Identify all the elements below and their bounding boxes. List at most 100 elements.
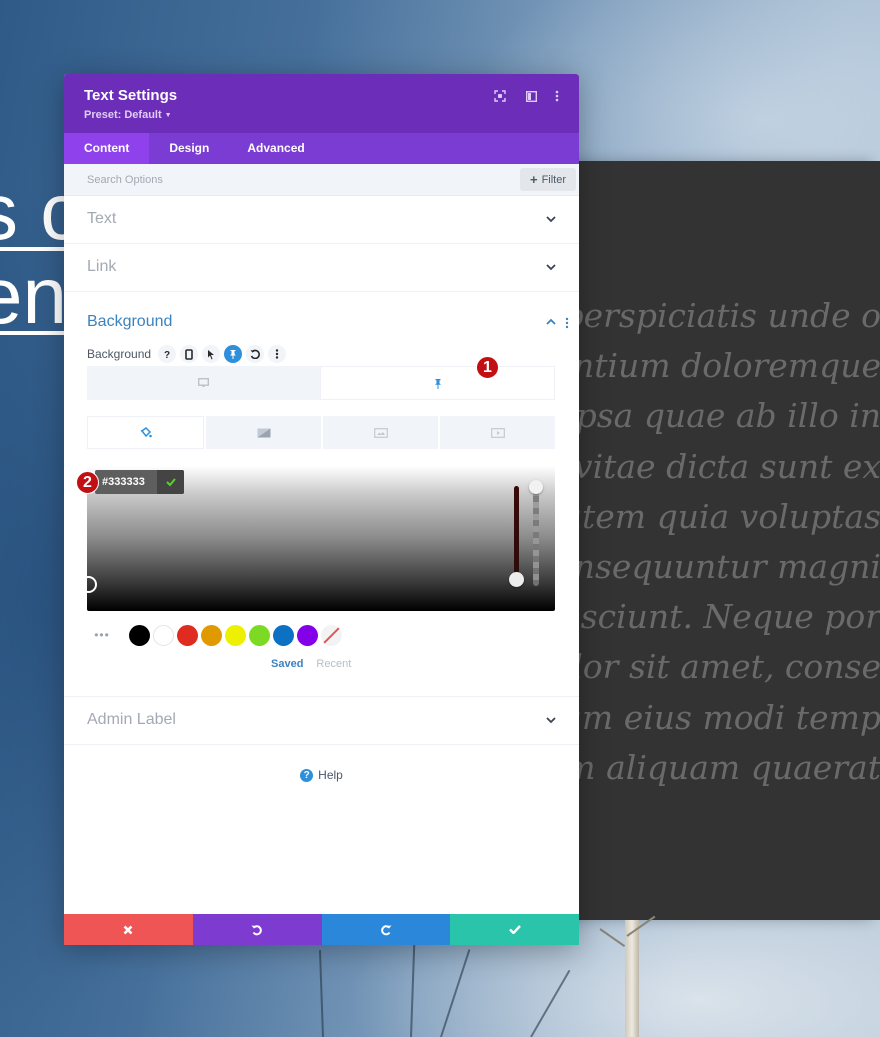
- hue-slider-track[interactable]: [514, 486, 519, 581]
- lorem-line: quam eius modi temp: [574, 697, 880, 737]
- state-tab-sticky[interactable]: [320, 366, 555, 400]
- panel-footer: [64, 914, 579, 945]
- section-link[interactable]: Link: [64, 244, 579, 292]
- palette-tab-saved[interactable]: Saved: [271, 658, 303, 670]
- chevron-down-icon[interactable]: [546, 717, 556, 727]
- more-colors-icon[interactable]: •••: [87, 628, 117, 642]
- lorem-line: nam aliquam quaerat: [574, 747, 880, 787]
- settings-panel: Text Settings Preset: Default ▼ Content D…: [64, 74, 579, 945]
- caret-down-icon: ▼: [164, 112, 172, 119]
- hover-icon[interactable]: [202, 345, 221, 363]
- video-icon: [490, 427, 505, 438]
- more-options-icon[interactable]: [549, 88, 565, 104]
- hue-slider-handle[interactable]: [509, 572, 524, 587]
- tab-content[interactable]: Content: [64, 133, 150, 164]
- gradient-icon: [257, 428, 270, 437]
- chevron-down-icon[interactable]: [546, 216, 556, 226]
- annotation-badge-1: 1: [476, 356, 499, 379]
- hex-color-input[interactable]: [95, 470, 157, 494]
- swatch-white[interactable]: [153, 624, 174, 646]
- fullscreen-icon[interactable]: [492, 88, 508, 104]
- opacity-slider-handle[interactable]: [529, 480, 543, 494]
- check-icon: [165, 478, 176, 486]
- undo-button[interactable]: [192, 914, 322, 945]
- discard-button[interactable]: [64, 914, 193, 945]
- preset-dropdown[interactable]: Preset: Default ▼: [84, 109, 172, 121]
- background-field-label-row: Background ?: [87, 344, 290, 364]
- check-icon: [508, 925, 521, 934]
- color-picker-area[interactable]: [80, 466, 555, 611]
- reset-icon[interactable]: [246, 345, 265, 363]
- tab-advanced[interactable]: Advanced: [229, 133, 324, 164]
- swatch-yellow[interactable]: [225, 624, 246, 646]
- panel-title: Text Settings: [84, 87, 178, 104]
- chevron-down-icon[interactable]: [546, 264, 556, 274]
- palette-tabs: Saved Recent: [271, 658, 351, 670]
- desktop-icon: [198, 378, 209, 387]
- annotation-badge-2: 2: [76, 471, 99, 494]
- section-title: Link: [87, 258, 117, 275]
- lorem-line: santium doloremque: [574, 346, 880, 386]
- swatch-purple[interactable]: [297, 624, 318, 646]
- undo-icon: [251, 924, 262, 935]
- section-admin-label[interactable]: Admin Label: [64, 697, 579, 745]
- type-tab-image[interactable]: [323, 416, 438, 449]
- apply-color-button[interactable]: [157, 470, 184, 494]
- panel-tabs: Content Design Advanced: [64, 133, 579, 164]
- lorem-line: ut perspiciatis unde o: [574, 296, 880, 335]
- lorem-line: dolor sit amet, conse: [574, 647, 880, 687]
- help-icon[interactable]: ?: [158, 345, 177, 363]
- swatch-orange[interactable]: [201, 624, 222, 646]
- section-title: Text: [87, 210, 117, 227]
- panel-header: Text Settings Preset: Default ▼: [64, 74, 579, 133]
- help-link[interactable]: ? Help: [64, 768, 579, 782]
- filter-button[interactable]: + Filter: [520, 168, 576, 191]
- pin-icon: [434, 378, 441, 389]
- section-title: Admin Label: [87, 711, 176, 728]
- swatch-blue[interactable]: [273, 624, 294, 646]
- help-circle-icon: ?: [300, 768, 314, 782]
- swatch-clear[interactable]: [321, 624, 342, 646]
- image-icon: [373, 427, 388, 438]
- swatch-black[interactable]: [129, 624, 150, 646]
- section-text[interactable]: Text: [64, 196, 579, 244]
- preset-label: Preset: Default: [84, 109, 162, 121]
- help-label: Help: [318, 768, 343, 782]
- lorem-line: e ipsa quae ab illo in: [574, 396, 880, 436]
- tree-trunk: [625, 920, 639, 1037]
- lorem-line: i nesciunt. Neque por: [574, 597, 880, 637]
- save-button[interactable]: [450, 914, 579, 945]
- swatch-green[interactable]: [249, 624, 270, 646]
- split-view-icon[interactable]: [523, 88, 539, 104]
- type-tab-video[interactable]: [440, 416, 555, 449]
- more-icon[interactable]: [268, 345, 287, 363]
- lorem-line: ptatem quia voluptas: [574, 496, 880, 536]
- sticky-icon[interactable]: [224, 345, 243, 363]
- type-tab-gradient[interactable]: [206, 416, 321, 449]
- text-module-preview: ut perspiciatis unde o santium doloremqu…: [574, 161, 880, 920]
- redo-button[interactable]: [321, 914, 451, 945]
- state-tab-desktop[interactable]: [87, 366, 320, 400]
- lorem-line: consequuntur magni: [574, 547, 880, 587]
- opacity-slider-track[interactable]: [533, 484, 539, 586]
- plus-icon: +: [529, 172, 538, 187]
- search-row: + Filter: [64, 164, 579, 196]
- svg-text:?: ?: [164, 350, 170, 359]
- color-swatches: •••: [87, 624, 345, 646]
- section-title[interactable]: Background: [87, 313, 172, 331]
- search-input[interactable]: [64, 164, 504, 195]
- paint-bucket-icon: [140, 427, 152, 438]
- chevron-up-icon[interactable]: [546, 318, 556, 328]
- palette-tab-recent[interactable]: Recent: [316, 658, 351, 670]
- color-selector-handle[interactable]: [80, 576, 97, 593]
- responsive-icon[interactable]: [180, 345, 199, 363]
- swatch-red[interactable]: [177, 624, 198, 646]
- lorem-line: ae vitae dicta sunt ex: [574, 446, 880, 486]
- close-icon: [123, 925, 133, 934]
- section-more-icon[interactable]: [565, 316, 569, 334]
- redo-icon: [381, 924, 392, 935]
- hex-input-box: [95, 470, 184, 494]
- tab-design[interactable]: Design: [149, 133, 229, 164]
- type-tab-color[interactable]: [87, 416, 204, 449]
- filter-label: Filter: [541, 173, 567, 186]
